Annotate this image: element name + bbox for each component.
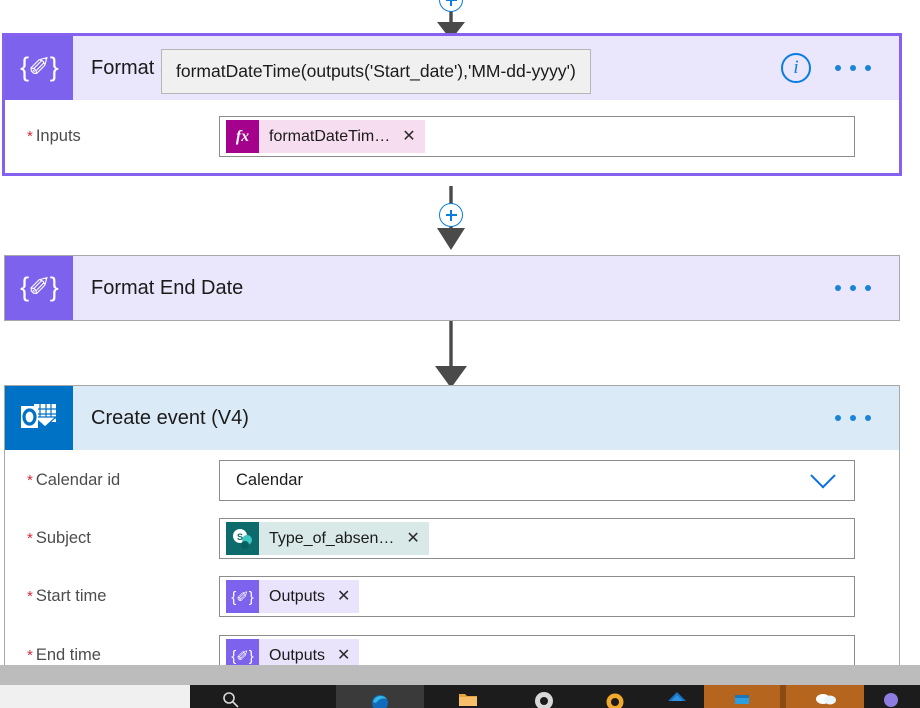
- ellipsis-dot: [850, 285, 856, 291]
- token-remove-icon[interactable]: ✕: [337, 647, 350, 664]
- taskbar-item-chrome[interactable]: [507, 685, 581, 708]
- info-icon[interactable]: i: [781, 53, 811, 83]
- compose-icon-glyph: {✐}: [20, 271, 59, 302]
- outlook-icon: [5, 386, 73, 450]
- field-label-text: End time: [35, 646, 101, 664]
- field-label-text: Subject: [35, 529, 91, 547]
- compose-icon: {✐}: [5, 256, 73, 320]
- subject-field[interactable]: S Type_of_absen… ✕: [219, 518, 855, 559]
- field-label-text: Calendar id: [35, 470, 121, 489]
- token-label: Outputs: [269, 587, 326, 605]
- flow-designer-canvas: {✐} Format S i * Inputs fx formatDateTim…: [0, 0, 920, 708]
- action-card-create-event[interactable]: Create event (V4) * Calendar id Calendar: [4, 385, 900, 685]
- taskbar-item-purple-app[interactable]: [863, 685, 920, 708]
- taskbar-item-onedrive[interactable]: [785, 685, 864, 708]
- expression-tooltip: formatDateTime(outputs('Start_date'),'MM…: [161, 49, 591, 94]
- ellipsis-dot: [850, 415, 856, 421]
- ellipsis-dot: [865, 65, 871, 71]
- field-label-end-time: * End time: [27, 646, 219, 665]
- add-step-button-middle[interactable]: [439, 203, 463, 227]
- taskbar-item-search[interactable]: [189, 685, 336, 708]
- field-label-calendar-id: * Calendar id: [27, 471, 219, 490]
- card-body: * Calendar id Calendar * Subject S Type_…: [5, 450, 899, 685]
- field-row-inputs: * Inputs fx formatDateTim… ✕: [5, 100, 899, 173]
- calendar-id-value: Calendar: [236, 470, 303, 489]
- window-bottom-edge: [0, 665, 920, 685]
- taskbar-item-file-explorer[interactable]: [429, 685, 508, 708]
- compose-icon-glyph: {✐}: [20, 51, 59, 82]
- token-label: Outputs: [269, 646, 326, 664]
- card-title: Create event (V4): [91, 406, 249, 429]
- card-menu-button[interactable]: [833, 279, 873, 297]
- required-marker: *: [27, 471, 33, 489]
- start-time-field[interactable]: {✐} Outputs ✕: [219, 576, 855, 617]
- ellipsis-dot: [835, 415, 841, 421]
- compose-icon: {✐}: [5, 36, 73, 100]
- chevron-down-icon[interactable]: [810, 463, 836, 489]
- action-card-format-end-date[interactable]: {✐} Format End Date: [4, 255, 900, 321]
- field-row-start-time: * Start time {✐} Outputs ✕: [5, 567, 899, 626]
- required-marker: *: [27, 530, 33, 547]
- field-label-subject: * Subject: [27, 529, 219, 548]
- card-header[interactable]: {✐} Format End Date: [5, 256, 899, 320]
- token-chip-outputs-start[interactable]: {✐} Outputs ✕: [226, 580, 360, 613]
- card-body: * Inputs fx formatDateTim… ✕: [5, 100, 899, 173]
- card-header-actions: [833, 256, 899, 320]
- calendar-id-dropdown[interactable]: Calendar: [219, 459, 855, 501]
- taskbar-item-edge[interactable]: [335, 685, 424, 708]
- card-header-actions: [833, 386, 899, 450]
- windows-taskbar[interactable]: [0, 685, 920, 708]
- required-marker: *: [27, 588, 33, 605]
- ellipsis-dot: [865, 415, 871, 421]
- taskbar-left-spacer: [0, 685, 190, 708]
- taskbar-item-firefox[interactable]: [580, 685, 651, 708]
- taskbar-item-blue-app[interactable]: [650, 685, 704, 708]
- field-label-start-time: * Start time: [27, 587, 219, 606]
- ellipsis-dot: [850, 65, 856, 71]
- field-label-text: Inputs: [35, 127, 81, 145]
- field-label-text: Start time: [35, 587, 107, 605]
- outlook-icon-glyph: [21, 404, 58, 428]
- taskbar-item-teams[interactable]: [703, 685, 780, 708]
- token-remove-icon[interactable]: ✕: [402, 128, 415, 145]
- ellipsis-dot: [835, 65, 841, 71]
- card-menu-button[interactable]: [833, 59, 873, 77]
- token-chip-formatdatetime[interactable]: fx formatDateTim… ✕: [226, 120, 425, 153]
- card-title: Format End Date: [91, 276, 244, 299]
- ellipsis-dot: [865, 285, 871, 291]
- token-label: formatDateTim…: [269, 127, 391, 145]
- field-row-subject: * Subject S Type_of_absen… ✕: [5, 510, 899, 567]
- inputs-field[interactable]: fx formatDateTim… ✕: [219, 116, 855, 157]
- card-menu-button[interactable]: [833, 409, 873, 427]
- ellipsis-dot: [835, 285, 841, 291]
- required-marker: *: [27, 647, 33, 664]
- token-remove-icon[interactable]: ✕: [337, 588, 350, 605]
- sharepoint-icon: S: [226, 522, 259, 555]
- card-header[interactable]: Create event (V4): [5, 386, 899, 450]
- card-header-actions: i: [781, 36, 899, 100]
- token-label: Type_of_absen…: [269, 529, 395, 547]
- field-label-inputs: * Inputs: [27, 127, 219, 146]
- token-chip-type-of-absence[interactable]: S Type_of_absen… ✕: [226, 522, 429, 555]
- token-remove-icon[interactable]: ✕: [406, 530, 419, 547]
- fx-icon: fx: [226, 120, 259, 153]
- required-marker: *: [27, 128, 33, 145]
- compose-icon: {✐}: [226, 580, 259, 613]
- field-row-calendar-id: * Calendar id Calendar: [5, 450, 899, 510]
